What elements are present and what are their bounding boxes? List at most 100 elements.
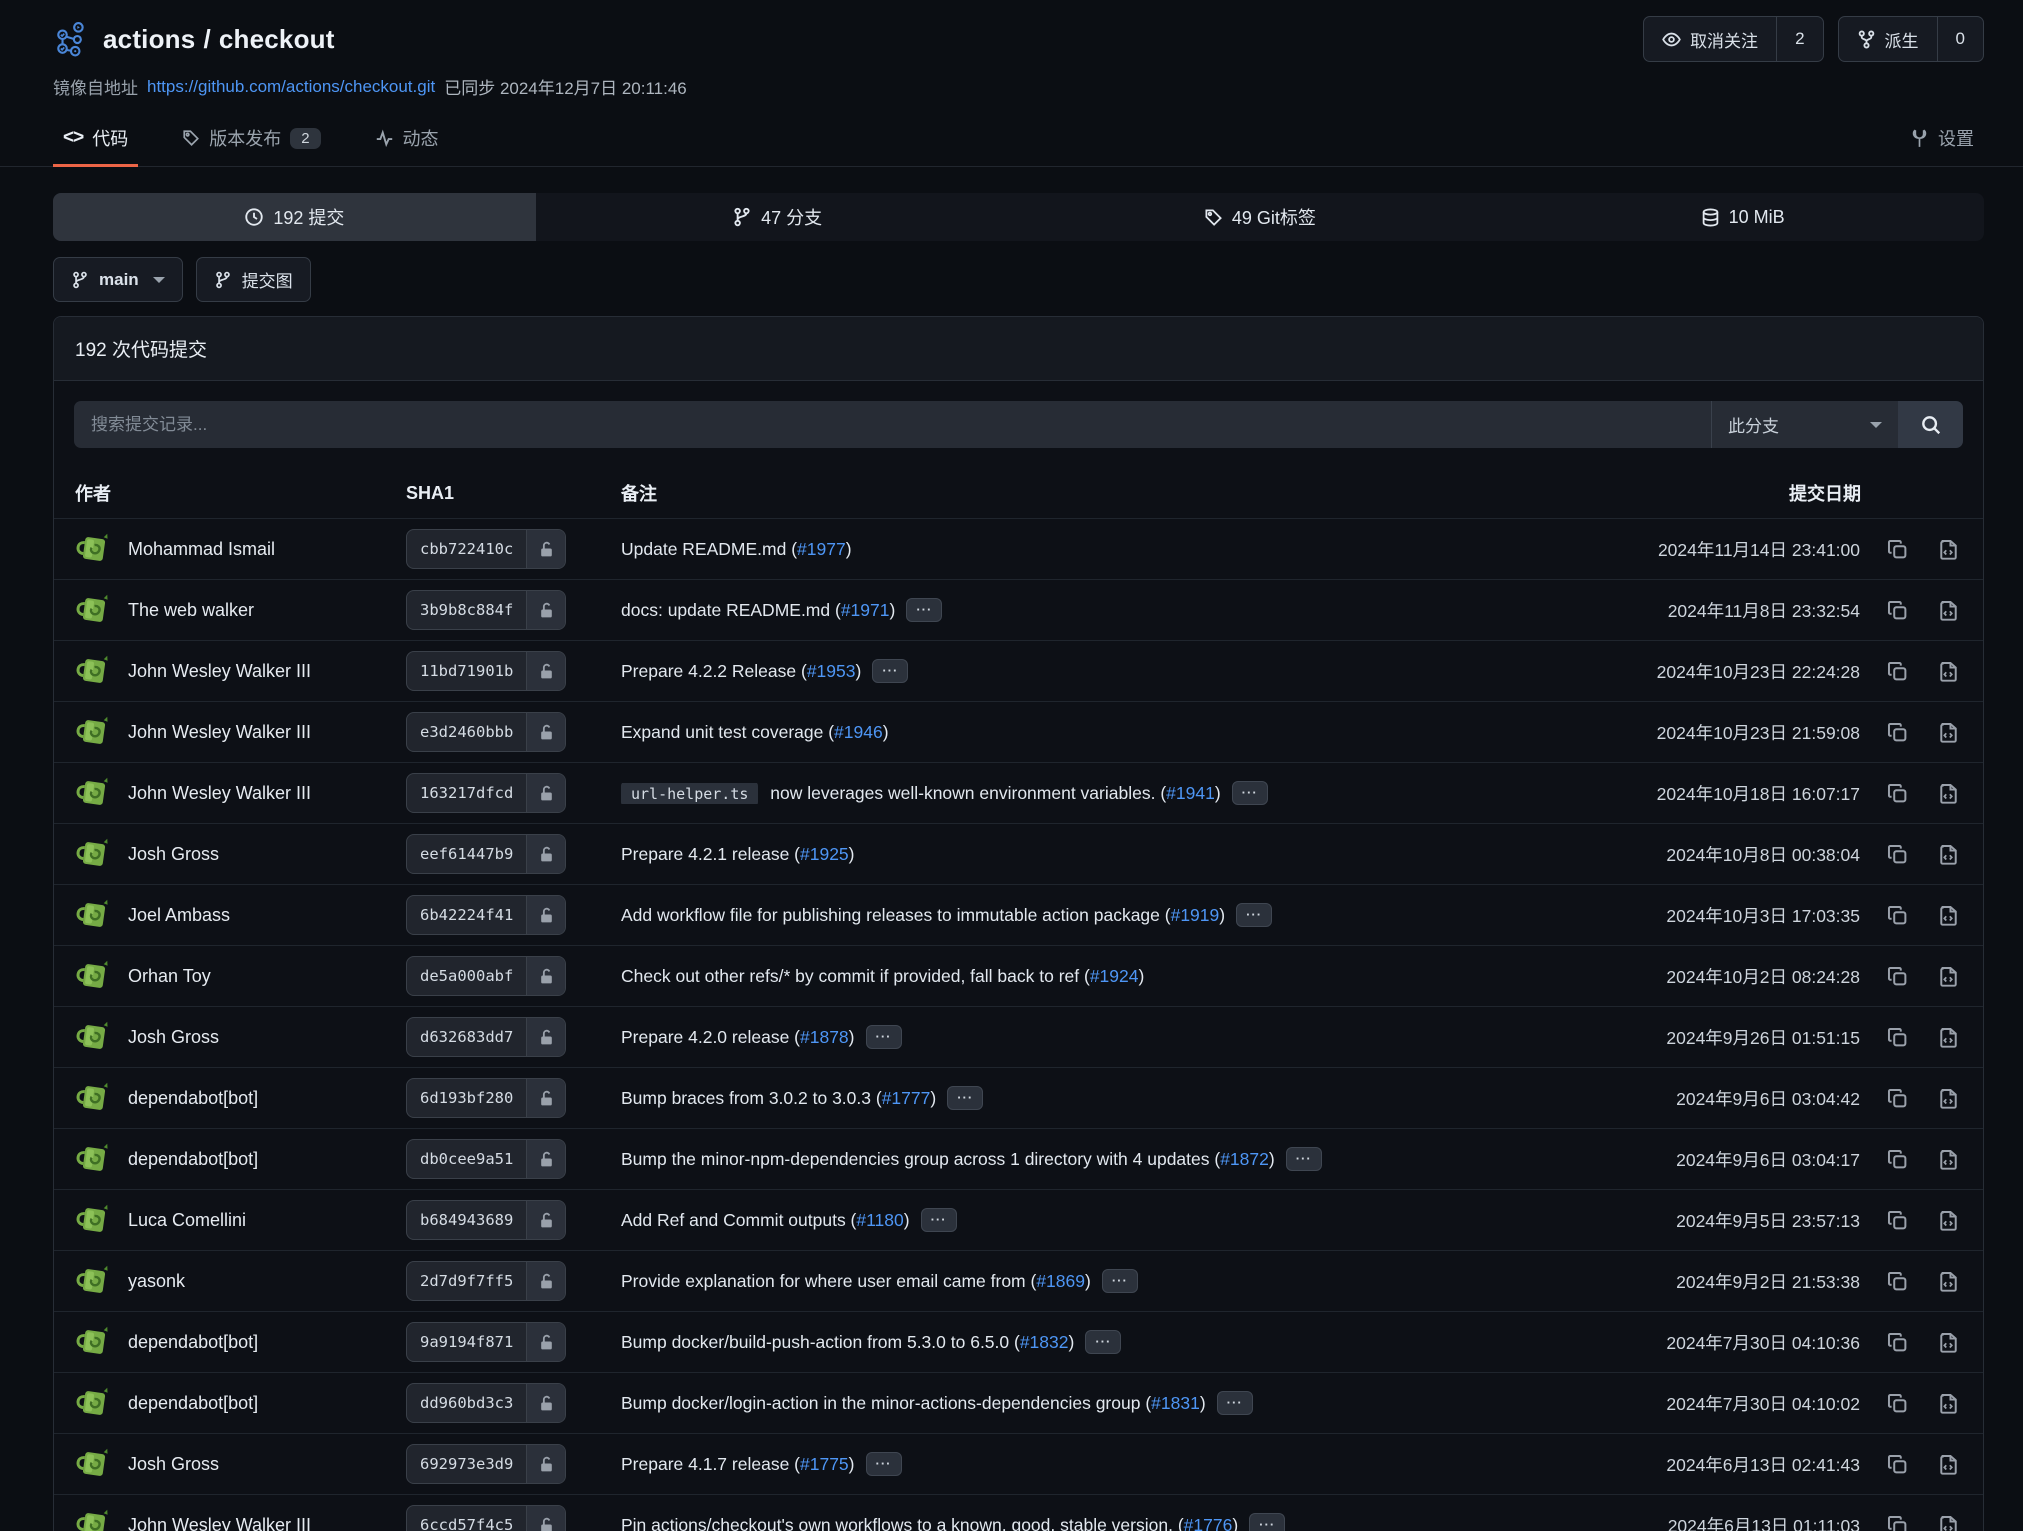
issue-link[interactable]: #1941 xyxy=(1166,783,1215,803)
commit-author-name[interactable]: John Wesley Walker III xyxy=(128,661,311,682)
browse-source-icon[interactable] xyxy=(1938,722,1959,743)
commit-author-name[interactable]: John Wesley Walker III xyxy=(128,783,311,804)
browse-source-icon[interactable] xyxy=(1938,844,1959,865)
copy-sha-icon[interactable] xyxy=(1887,1210,1908,1231)
commit-sha-badge[interactable]: dd960bd3c3 xyxy=(406,1383,566,1423)
copy-sha-icon[interactable] xyxy=(1887,1515,1908,1531)
issue-link[interactable]: #1869 xyxy=(1036,1271,1085,1291)
browse-source-icon[interactable] xyxy=(1938,1393,1959,1414)
issue-link[interactable]: #1924 xyxy=(1090,966,1139,986)
issue-link[interactable]: #1777 xyxy=(882,1088,931,1108)
browse-source-icon[interactable] xyxy=(1938,1515,1959,1531)
branch-filter-select[interactable]: 此分支 xyxy=(1711,401,1898,448)
commit-sha-badge[interactable]: 6b42224f41 xyxy=(406,895,566,935)
commit-sha-badge[interactable]: 6ccd57f4c5 xyxy=(406,1505,566,1531)
browse-source-icon[interactable] xyxy=(1938,966,1959,987)
expand-commit-button[interactable]: ··· xyxy=(872,659,908,683)
stat-size[interactable]: 10 MiB xyxy=(1501,193,1984,241)
commit-message[interactable]: Prepare 4.2.0 release ( xyxy=(621,1027,800,1047)
copy-sha-icon[interactable] xyxy=(1887,600,1908,621)
issue-link[interactable]: #1919 xyxy=(1171,905,1220,925)
expand-commit-button[interactable]: ··· xyxy=(866,1452,902,1476)
issue-link[interactable]: #1946 xyxy=(834,722,883,742)
expand-commit-button[interactable]: ··· xyxy=(1102,1269,1138,1293)
browse-source-icon[interactable] xyxy=(1938,1271,1959,1292)
copy-sha-icon[interactable] xyxy=(1887,1332,1908,1353)
stat-branches[interactable]: 47 分支 xyxy=(536,193,1019,241)
copy-sha-icon[interactable] xyxy=(1887,783,1908,804)
issue-link[interactable]: #1832 xyxy=(1020,1332,1069,1352)
commit-author-name[interactable]: Luca Comellini xyxy=(128,1210,246,1231)
commit-sha-badge[interactable]: de5a000abf xyxy=(406,956,566,996)
commit-author-name[interactable]: Josh Gross xyxy=(128,844,219,865)
copy-sha-icon[interactable] xyxy=(1887,1271,1908,1292)
copy-sha-icon[interactable] xyxy=(1887,966,1908,987)
commit-message[interactable]: Bump docker/login-action in the minor-ac… xyxy=(621,1393,1151,1413)
issue-link[interactable]: #1180 xyxy=(856,1210,903,1230)
mirror-url-link[interactable]: https://github.com/actions/checkout.git xyxy=(147,77,435,97)
commit-message[interactable]: Expand unit test coverage ( xyxy=(621,722,834,742)
commit-sha-badge[interactable]: d632683dd7 xyxy=(406,1017,566,1057)
commit-author-name[interactable]: dependabot[bot] xyxy=(128,1393,258,1414)
commit-sha-badge[interactable]: 3b9b8c884f xyxy=(406,590,566,630)
commit-sha-badge[interactable]: 163217dfcd xyxy=(406,773,566,813)
commit-sha-badge[interactable]: b684943689 xyxy=(406,1200,566,1240)
tab-settings[interactable]: 设置 xyxy=(1900,115,1984,166)
copy-sha-icon[interactable] xyxy=(1887,1027,1908,1048)
browse-source-icon[interactable] xyxy=(1938,1454,1959,1475)
browse-source-icon[interactable] xyxy=(1938,783,1959,804)
expand-commit-button[interactable]: ··· xyxy=(1286,1147,1322,1171)
tab-code[interactable]: <> 代码 xyxy=(53,115,138,166)
commit-author-name[interactable]: Mohammad Ismail xyxy=(128,539,275,560)
commit-message[interactable]: Bump the minor-npm-dependencies group ac… xyxy=(621,1149,1220,1169)
commit-author-name[interactable]: Orhan Toy xyxy=(128,966,211,987)
expand-commit-button[interactable]: ··· xyxy=(866,1025,902,1049)
issue-link[interactable]: #1831 xyxy=(1151,1393,1200,1413)
copy-sha-icon[interactable] xyxy=(1887,1088,1908,1109)
expand-commit-button[interactable]: ··· xyxy=(921,1208,957,1232)
browse-source-icon[interactable] xyxy=(1938,1210,1959,1231)
expand-commit-button[interactable]: ··· xyxy=(947,1086,983,1110)
copy-sha-icon[interactable] xyxy=(1887,661,1908,682)
browse-source-icon[interactable] xyxy=(1938,905,1959,926)
copy-sha-icon[interactable] xyxy=(1887,1149,1908,1170)
commit-author-name[interactable]: dependabot[bot] xyxy=(128,1149,258,1170)
commit-sha-badge[interactable]: 9a9194f871 xyxy=(406,1322,566,1362)
expand-commit-button[interactable]: ··· xyxy=(1085,1330,1121,1354)
commit-message[interactable]: Prepare 4.2.1 release ( xyxy=(621,844,800,864)
commit-sha-badge[interactable]: 6d193bf280 xyxy=(406,1078,566,1118)
commit-message[interactable]: Bump braces from 3.0.2 to 3.0.3 ( xyxy=(621,1088,882,1108)
expand-commit-button[interactable]: ··· xyxy=(906,598,942,622)
commit-author-name[interactable]: dependabot[bot] xyxy=(128,1332,258,1353)
browse-source-icon[interactable] xyxy=(1938,661,1959,682)
commit-sha-badge[interactable]: db0cee9a51 xyxy=(406,1139,566,1179)
commit-author-name[interactable]: John Wesley Walker III xyxy=(128,722,311,743)
issue-link[interactable]: #1971 xyxy=(841,600,890,620)
copy-sha-icon[interactable] xyxy=(1887,905,1908,926)
fork-button[interactable]: 派生 0 xyxy=(1838,16,1984,62)
commit-message[interactable]: Pin actions/checkout's own workflows to … xyxy=(621,1515,1184,1531)
issue-link[interactable]: #1776 xyxy=(1184,1515,1233,1531)
commit-message[interactable]: docs: update README.md ( xyxy=(621,600,841,620)
commit-author-name[interactable]: Josh Gross xyxy=(128,1454,219,1475)
branch-selector[interactable]: main xyxy=(53,257,183,302)
copy-sha-icon[interactable] xyxy=(1887,1454,1908,1475)
commit-sha-badge[interactable]: e3d2460bbb xyxy=(406,712,566,752)
commit-message[interactable]: Provide explanation for where user email… xyxy=(621,1271,1036,1291)
browse-source-icon[interactable] xyxy=(1938,1027,1959,1048)
issue-link[interactable]: #1953 xyxy=(807,661,856,681)
commit-author-name[interactable]: dependabot[bot] xyxy=(128,1088,258,1109)
commit-message[interactable]: Prepare 4.1.7 release ( xyxy=(621,1454,800,1474)
search-input[interactable] xyxy=(74,401,1711,448)
commit-author-name[interactable]: Josh Gross xyxy=(128,1027,219,1048)
stat-tags[interactable]: 49 Git标签 xyxy=(1019,193,1502,241)
tab-activity[interactable]: 动态 xyxy=(365,115,449,166)
browse-source-icon[interactable] xyxy=(1938,1332,1959,1353)
search-button[interactable] xyxy=(1898,401,1963,448)
commit-author-name[interactable]: The web walker xyxy=(128,600,254,621)
commit-sha-badge[interactable]: cbb722410c xyxy=(406,529,566,569)
expand-commit-button[interactable]: ··· xyxy=(1236,903,1272,927)
copy-sha-icon[interactable] xyxy=(1887,539,1908,560)
issue-link[interactable]: #1878 xyxy=(800,1027,849,1047)
expand-commit-button[interactable]: ··· xyxy=(1249,1513,1285,1531)
